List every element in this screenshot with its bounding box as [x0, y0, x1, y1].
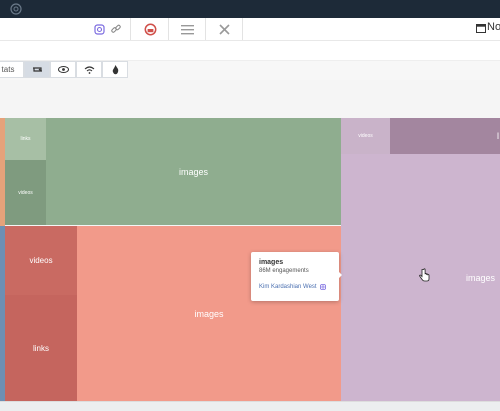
- top-app-bar: [0, 0, 500, 18]
- treemap-cell-label: videos: [29, 256, 53, 265]
- toolbar: Nov: [0, 18, 500, 41]
- treemap-cell[interactable]: links: [5, 118, 46, 160]
- engagement-treemap: links videos images videos links images …: [0, 118, 500, 401]
- wifi-icon: [84, 65, 94, 74]
- fire-icon: [112, 64, 118, 74]
- tooltip-title: images: [259, 259, 284, 266]
- treemap-cell-label: images: [178, 166, 208, 177]
- tooltip-arrow: [337, 270, 342, 280]
- treemap-cell[interactable]: videos: [5, 226, 77, 295]
- filter-strip: [0, 41, 500, 61]
- tab-stats[interactable]: tats: [0, 61, 24, 78]
- treemap-cell-label: images: [194, 308, 224, 319]
- treemap-cell-label: links: [20, 136, 31, 142]
- tab-views[interactable]: [50, 61, 76, 78]
- tooltip-user-link[interactable]: Kim Kardashian West: [259, 284, 331, 290]
- treemap-cell[interactable]: l: [390, 118, 500, 154]
- dashboard-icon[interactable]: [141, 20, 159, 38]
- treemap-tooltip: images 86M engagements Kim Kardashian We…: [251, 252, 342, 301]
- tab-trending[interactable]: [102, 61, 128, 78]
- tab-repost[interactable]: [24, 61, 50, 78]
- treemap-cell-label: videos: [18, 189, 33, 196]
- view-tab-bar: tats: [0, 61, 500, 80]
- app-logo-icon[interactable]: [8, 1, 24, 17]
- instagram-icon[interactable]: [90, 20, 108, 38]
- treemap-cell-label: videos: [358, 133, 373, 139]
- repost-icon: [32, 67, 42, 72]
- horizontal-scrollbar[interactable]: [0, 401, 500, 411]
- calendar-icon[interactable]: [476, 23, 486, 33]
- treemap-cell[interactable]: videos: [341, 118, 390, 154]
- hand-cursor-icon: [419, 268, 430, 282]
- treemap-cell-label: links: [32, 343, 49, 353]
- toolbar-divider: [168, 18, 169, 40]
- treemap-cell-label: images: [465, 272, 495, 283]
- toolbar-divider: [130, 18, 131, 40]
- tooltip-value: 86M engagements: [259, 268, 309, 274]
- tools-icon[interactable]: [215, 20, 233, 38]
- date-range-label[interactable]: Nov: [487, 21, 500, 33]
- tooltip-user-name: Kim Kardashian West: [259, 284, 317, 290]
- treemap-cell-label: l: [497, 131, 499, 141]
- instagram-icon: [319, 284, 326, 290]
- treemap-cell[interactable]: images: [46, 118, 341, 225]
- list-icon[interactable]: [178, 20, 196, 38]
- toolbar-divider: [205, 18, 206, 40]
- toolbar-divider: [242, 18, 243, 40]
- eye-icon: [57, 66, 69, 73]
- link-icon[interactable]: [107, 20, 125, 38]
- tab-reach[interactable]: [76, 61, 102, 78]
- treemap-cell[interactable]: links: [5, 295, 77, 401]
- treemap-cell[interactable]: videos: [5, 160, 46, 225]
